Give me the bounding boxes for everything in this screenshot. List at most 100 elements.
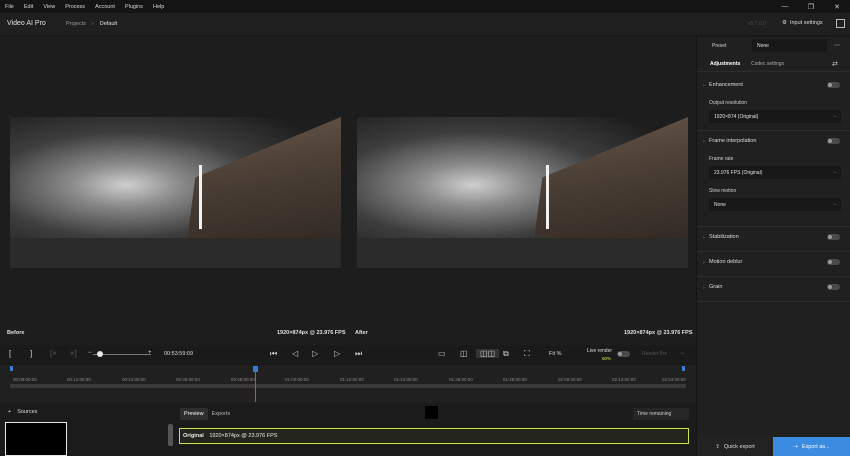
skip-end-icon[interactable]: ⏭ (355, 349, 362, 359)
grain-toggle[interactable] (827, 284, 840, 290)
mark-out-icon[interactable]: ] (30, 349, 32, 358)
slow-motion-select[interactable]: None ⌄ (709, 198, 841, 211)
tab-codec-settings[interactable]: Codec settings (751, 61, 784, 67)
render-button[interactable]: Render Ifrs (642, 351, 667, 357)
tab-preview[interactable]: Preview (180, 408, 208, 420)
breadcrumb: Projects › Default (66, 21, 117, 27)
side-by-side-icon[interactable]: ◫◫ (476, 349, 500, 358)
menu-help[interactable]: Help (148, 4, 169, 10)
chevron-right-icon[interactable]: › (703, 83, 705, 89)
breadcrumb-current: Default (99, 21, 118, 27)
clear-in-icon[interactable]: [× (50, 349, 57, 358)
chevron-right-icon[interactable]: › (703, 285, 705, 291)
section-stabilization[interactable]: Stabilization (709, 234, 739, 240)
fullscreen-icon[interactable]: ⛶ (524, 349, 530, 359)
live-render-label: Live render (587, 348, 613, 354)
single-view-icon[interactable]: ▭ (438, 349, 446, 358)
timeline-tick: 01:48:00:00 (503, 377, 527, 382)
skip-start-icon[interactable]: ⏮ (270, 349, 277, 359)
split-view-icon[interactable]: ◫ (460, 349, 468, 358)
tab-exports[interactable]: Exports (208, 408, 235, 420)
timeline-tick: 01:36:00:00 (449, 377, 473, 382)
panel-toggle-icon[interactable] (836, 19, 845, 28)
timeline-tick: 01:24:00:00 (394, 377, 418, 382)
in-marker-icon[interactable] (10, 366, 13, 371)
timeline-tick: 00:48:00:00 (231, 377, 255, 382)
list-item[interactable]: Original 1920×874px @ 23.976 FPS (179, 428, 689, 444)
before-label: Before (7, 330, 25, 336)
fit-zoom-select[interactable]: Fit % (549, 351, 562, 357)
scrollbar-handle[interactable] (168, 424, 173, 446)
playhead-marker-icon[interactable] (253, 366, 258, 372)
mark-in-icon[interactable]: [ (9, 349, 11, 358)
after-video[interactable] (357, 117, 688, 268)
minimize-icon[interactable]: — (772, 0, 798, 13)
section-frame-interpolation[interactable]: Frame interpolation (709, 138, 756, 144)
divider (697, 301, 850, 302)
frame-rate-select[interactable]: 23.976 FPS (Original) ⌄ (709, 166, 841, 179)
menu-account[interactable]: Account (90, 4, 120, 10)
time-remaining-select[interactable]: Time remaining (633, 408, 689, 420)
step-forward-icon[interactable]: ▷ (334, 349, 340, 358)
enhancement-toggle[interactable] (827, 82, 840, 88)
clear-out-icon[interactable]: ×] (70, 349, 77, 358)
menu-file[interactable]: File (0, 4, 19, 10)
row-info: 1920×874px @ 23.976 FPS (209, 433, 278, 439)
chevron-right-icon[interactable]: › (703, 235, 705, 241)
more-icon[interactable]: ⋯ (834, 42, 840, 49)
preset-select[interactable]: None (752, 39, 827, 52)
out-marker-icon[interactable] (682, 366, 685, 371)
source-thumbnail[interactable] (5, 422, 67, 456)
menu-process[interactable]: Process (60, 4, 90, 10)
before-video[interactable] (10, 117, 341, 268)
chevron-down-icon: ⌄ (832, 169, 837, 175)
maximize-icon[interactable]: ❐ (798, 0, 824, 13)
stabilization-toggle[interactable] (827, 234, 840, 240)
timeline-tick: 01:12:00:00 (340, 377, 364, 382)
input-settings-button[interactable]: ⚙ Input settings (782, 20, 823, 26)
swap-icon[interactable]: ⇄ (832, 60, 838, 68)
live-render-toggle[interactable] (617, 351, 630, 357)
close-icon[interactable]: ✕ (824, 0, 850, 13)
step-back-icon[interactable]: ◁ (292, 349, 298, 358)
gear-icon: ⚙ (782, 20, 787, 26)
timeline-tick: 02:12:00:00 (612, 377, 636, 382)
frame-interpolation-toggle[interactable] (827, 138, 840, 144)
after-label: After (355, 330, 368, 336)
output-resolution-select[interactable]: 1920×874 (Original) ⌄ (709, 110, 841, 123)
menu-plugins[interactable]: Plugins (120, 4, 148, 10)
zoom-out-icon[interactable]: − (88, 350, 92, 356)
divider (697, 226, 850, 227)
timecode: 00:53:59:09 (164, 351, 194, 357)
breadcrumb-projects[interactable]: Projects (66, 21, 86, 27)
menu-edit[interactable]: Edit (19, 4, 38, 10)
slow-motion-label: Slow motion (709, 188, 737, 194)
menu-view[interactable]: View (38, 4, 60, 10)
timeline-tick: 00:12:00:00 (67, 377, 91, 382)
motion-deblur-toggle[interactable] (827, 259, 840, 265)
timeline-tick: 00:00:00:00 (13, 377, 37, 382)
live-render-percent: 60% (602, 356, 612, 361)
section-motion-deblur[interactable]: Motion deblur (709, 259, 742, 265)
row-label: Original (183, 433, 204, 439)
chevron-right-icon[interactable]: › (703, 139, 705, 145)
section-grain[interactable]: Grain (709, 284, 722, 290)
zoom-in-icon[interactable]: + (148, 350, 152, 356)
add-source-button[interactable]: + (8, 409, 11, 415)
timeline-tick: 00:36:00:00 (176, 377, 200, 382)
zoom-slider-handle[interactable] (97, 351, 103, 357)
quick-export-button[interactable]: ⇪ Quick export (697, 437, 773, 456)
section-enhancement[interactable]: Enhancement (709, 82, 743, 88)
tab-adjustments[interactable]: Adjustments (710, 61, 740, 67)
play-icon[interactable]: ▷ (312, 349, 318, 358)
timeline-track[interactable] (10, 384, 686, 388)
chevron-down-icon: ⌄ (832, 201, 837, 207)
timeline-tick: 00:24:00:00 (122, 377, 146, 382)
chevron-right-icon[interactable]: › (703, 260, 705, 266)
export-as-button[interactable]: ⇢ Export as... (773, 437, 850, 456)
window-controls: — ❐ ✕ (772, 0, 850, 13)
divider (697, 276, 850, 277)
overlay-view-icon[interactable]: ⧉ (503, 349, 509, 359)
sources-header: + Sources (8, 409, 37, 415)
chevron-down-icon[interactable]: ⌄ (680, 349, 685, 356)
